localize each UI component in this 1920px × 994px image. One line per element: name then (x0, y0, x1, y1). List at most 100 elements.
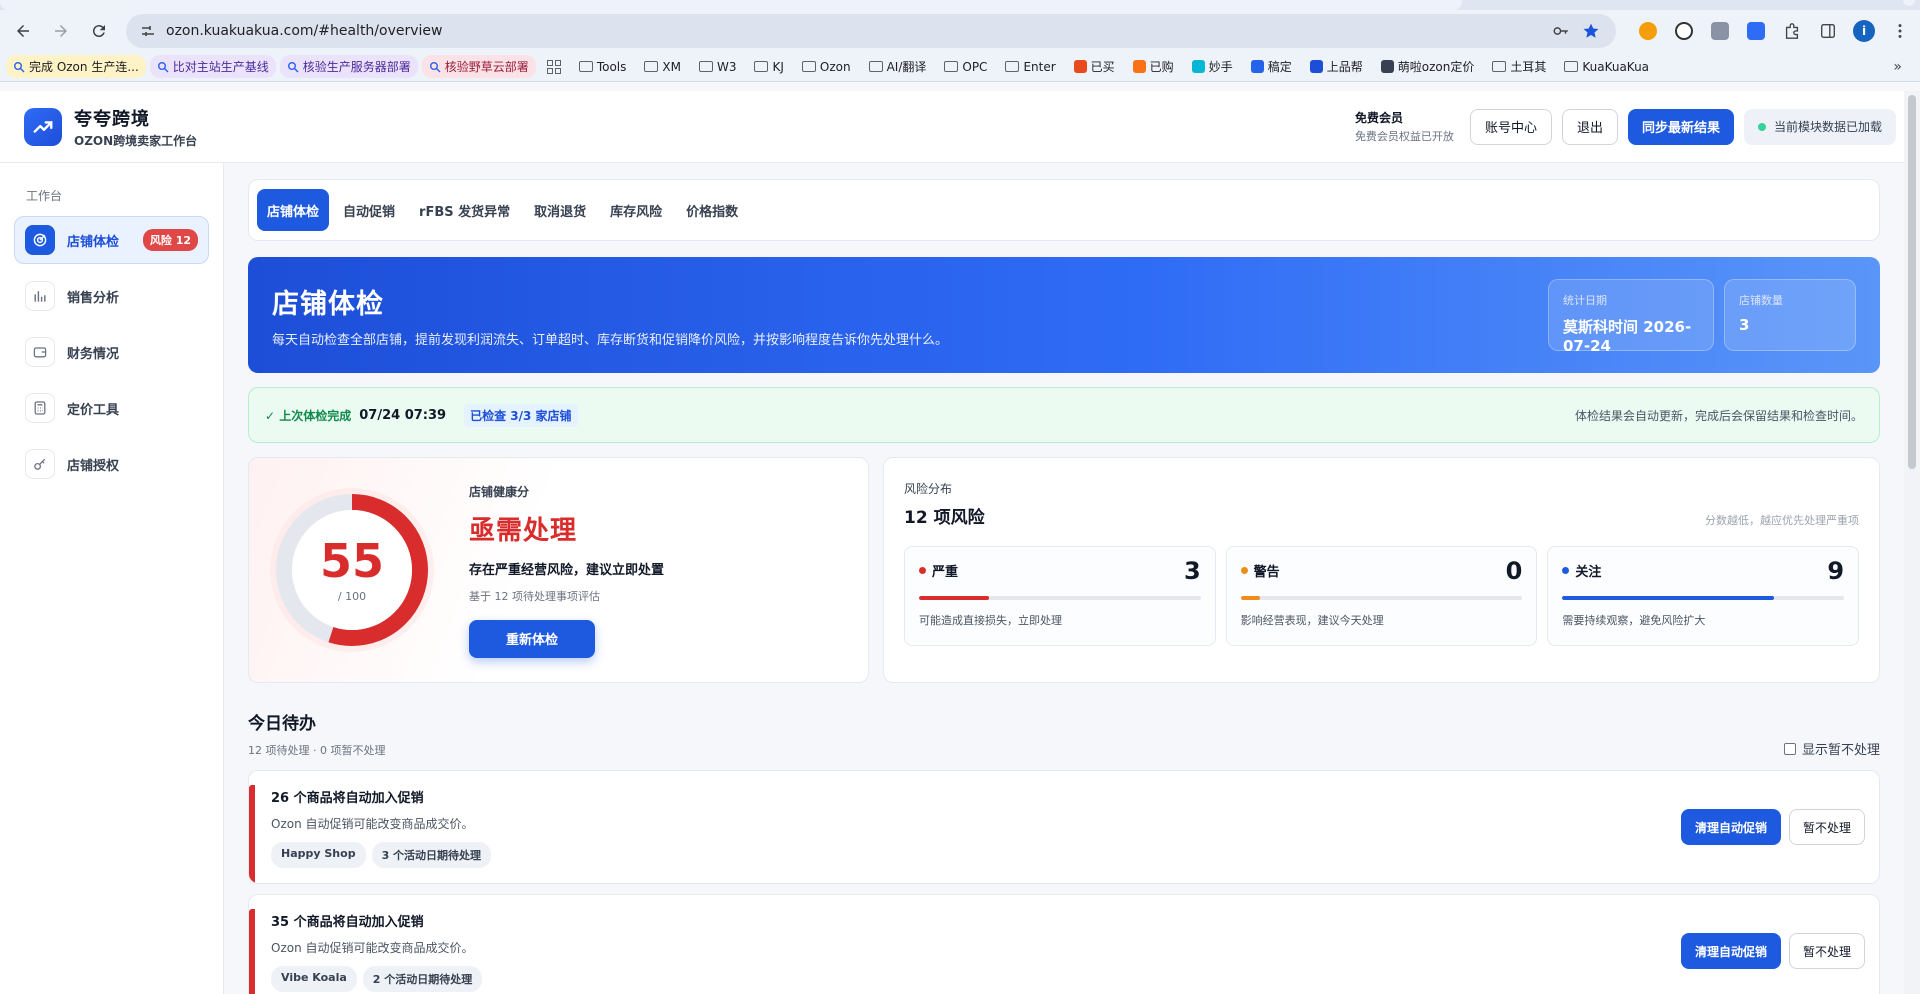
check-complete-label: ✓ 上次体检完成 (265, 408, 352, 423)
risk-level-bar (1562, 596, 1845, 600)
tab-rfbs-shipping[interactable]: rFBS 发货异常 (409, 189, 520, 231)
site-info-icon[interactable] (140, 23, 156, 39)
sidebar-item-label: 销售分析 (67, 290, 120, 306)
url-text[interactable]: ozon.kuakuakua.com/#health/overview (166, 23, 1546, 39)
browser-tab-edge (1903, 0, 1915, 6)
bookmark-item[interactable]: 核验野草云部署 (421, 55, 536, 78)
clear-auto-promotion-button[interactable]: 清理自动促销 (1680, 809, 1781, 845)
password-key-icon[interactable] (1546, 16, 1576, 46)
risk-level-dot-icon (919, 567, 926, 574)
bookmark-item[interactable]: 稿定 (1244, 55, 1299, 78)
scrollbar-thumb[interactable] (1908, 95, 1916, 469)
apps-grid-icon[interactable] (540, 57, 568, 77)
bookmark-item[interactable]: 核验生产服务器部署 (279, 55, 418, 78)
bookmark-label: 稿定 (1267, 60, 1292, 74)
bookmark-label: AI/翻译 (886, 60, 927, 74)
bookmark-item[interactable]: Ozon (795, 57, 858, 77)
sidebar-item-shop-authorization[interactable]: 店铺授权 (14, 440, 209, 488)
bookmark-item[interactable]: 已购 (1126, 55, 1181, 78)
bookmark-item[interactable]: KJ (747, 57, 790, 77)
todo-item: 26 个商品将自动加入促销 Ozon 自动促销可能改变商品成交价。 Happy Sh… (248, 770, 1880, 884)
profile-avatar[interactable]: i (1850, 17, 1878, 45)
extension-raccoon-icon[interactable] (1706, 17, 1734, 45)
site-favicon-icon (1132, 60, 1146, 73)
bookmarks-overflow-button[interactable]: » (1881, 59, 1914, 75)
page-title: 店铺体检 (272, 289, 384, 320)
back-arrow-icon[interactable] (6, 14, 40, 48)
todo-tag: 2 个活动日期待处理 (362, 966, 483, 992)
bookmark-item[interactable]: 土耳其 (1485, 55, 1553, 78)
account-center-button[interactable]: 账号中心 (1469, 108, 1552, 145)
search-icon (287, 61, 299, 73)
overview-cards: 55 / 100 店铺健康分 亟需处理 存在严重经营风险，建议立即处置 基于 1… (248, 457, 1880, 683)
bookmark-item[interactable]: 完成 Ozon 生产连... (6, 55, 146, 78)
reload-icon[interactable] (82, 14, 116, 48)
bookmark-item[interactable]: W3 (692, 57, 744, 77)
search-icon (429, 61, 441, 73)
bookmark-item[interactable]: 上品帮 (1303, 55, 1370, 78)
forward-arrow-icon[interactable] (44, 14, 78, 48)
risk-level-card[interactable]: 关注 9 需要持续观察，避免风险扩大 (1547, 546, 1860, 646)
bookmark-label: KuaKuaKua (1582, 59, 1650, 74)
risk-distribution-card: 风险分布 12 项风险 分数越低，越应优先处理严重项 严重 3 可能造成直接损失，立… (883, 457, 1880, 683)
bookmark-item[interactable]: KuaKuaKua (1557, 57, 1656, 77)
todo-item-description: Ozon 自动促销可能改变商品成交价。 (271, 817, 474, 831)
todo-item: 35 个商品将自动加入促销 Ozon 自动促销可能改变商品成交价。 Vibe Koa… (248, 894, 1880, 994)
membership-subtitle: 免费会员权益已开放 (1354, 130, 1454, 143)
bookmark-item[interactable]: OPC (937, 57, 994, 77)
sidebar-item-sales-analysis[interactable]: 销售分析 (14, 272, 209, 320)
calculator-icon (25, 393, 55, 423)
browser-menu-icon[interactable] (1886, 17, 1914, 45)
sidebar-item-health-check[interactable]: 店铺体检 风险 12 (14, 216, 209, 264)
folder-icon (578, 61, 593, 72)
todo-tag: Happy Shop (271, 842, 366, 868)
folder-icon (754, 61, 769, 72)
sidepanel-icon[interactable] (1814, 17, 1842, 45)
defer-button[interactable]: 暂不处理 (1788, 933, 1865, 969)
bookmark-item[interactable]: Tools (572, 57, 634, 77)
folder-icon (801, 61, 816, 72)
stat-date-value: 莫斯科时间 2026-07-24 (1563, 318, 1692, 355)
stat-shops-card: 店铺数量 3 (1724, 279, 1856, 351)
todo-item-title: 35 个商品将自动加入促销 (271, 915, 424, 930)
bookmark-item[interactable]: 比对主站生产基线 (149, 55, 276, 78)
extensions-puzzle-icon[interactable] (1778, 17, 1806, 45)
brand[interactable]: 夸夸跨境 OZON跨境卖家工作台 (24, 105, 197, 149)
recheck-button[interactable]: 重新体检 (469, 619, 595, 658)
tab-auto-promotion[interactable]: 自动促销 (333, 189, 405, 231)
bookmark-item[interactable]: AI/翻译 (862, 55, 934, 78)
sync-results-button[interactable]: 同步最新结果 (1627, 108, 1734, 145)
bookmark-item[interactable]: 妙手 (1185, 55, 1240, 78)
stat-shops-value: 3 (1739, 316, 1750, 334)
bookmark-star-icon[interactable] (1576, 16, 1606, 46)
address-bar[interactable]: ozon.kuakuakua.com/#health/overview (126, 14, 1616, 48)
notice-hint: 体检结果会自动更新，完成后会保留结果和检查时间。 (1574, 408, 1863, 423)
page-scrollbar[interactable] (1904, 91, 1920, 994)
extension-openai-icon[interactable] (1670, 17, 1698, 45)
sidebar-item-pricing-tool[interactable]: 定价工具 (14, 384, 209, 432)
tab-inventory-risk[interactable]: 库存风险 (600, 189, 672, 231)
bookmark-label: 完成 Ozon 生产连... (29, 60, 139, 74)
risk-level-card[interactable]: 警告 0 影响经营表现，建议今天处理 (1225, 546, 1538, 646)
sidebar-item-finance[interactable]: 财务情况 (14, 328, 209, 376)
tab-health-check[interactable]: 店铺体检 (257, 189, 330, 231)
extension-yen-icon[interactable] (1634, 17, 1662, 45)
show-deferred-toggle[interactable]: 显示暂不处理 (1783, 739, 1880, 758)
tab-cancel-return[interactable]: 取消退货 (524, 189, 596, 231)
show-deferred-checkbox[interactable] (1783, 742, 1796, 755)
app-header: 夸夸跨境 OZON跨境卖家工作台 免费会员 免费会员权益已开放 账号中心 退出 … (0, 91, 1920, 163)
bookmark-item[interactable]: 萌啦ozon定价 (1374, 55, 1482, 78)
risk-level-card[interactable]: 严重 3 可能造成直接损失，立即处理 (904, 546, 1216, 646)
defer-button[interactable]: 暂不处理 (1788, 809, 1865, 845)
browser-active-tab[interactable] (0, 0, 1462, 10)
logout-button[interactable]: 退出 (1561, 108, 1618, 145)
bookmark-item[interactable]: Enter (998, 57, 1062, 77)
tab-price-index[interactable]: 价格指数 (676, 189, 748, 231)
clear-auto-promotion-button[interactable]: 清理自动促销 (1680, 933, 1781, 969)
todo-header: 今日待办 12 项待处理 · 0 项暂不处理 显示暂不处理 (248, 709, 1880, 758)
bookmark-item[interactable]: XM (637, 57, 688, 77)
extension-chart-icon[interactable] (1742, 17, 1770, 45)
last-check-notice: ✓ 上次体检完成 07/24 07:39 已检查 3/3 家店铺 体检结果会自动… (248, 387, 1880, 443)
bookmark-item[interactable]: 已买 (1067, 55, 1122, 78)
bookmark-label: 萌啦ozon定价 (1397, 60, 1475, 74)
